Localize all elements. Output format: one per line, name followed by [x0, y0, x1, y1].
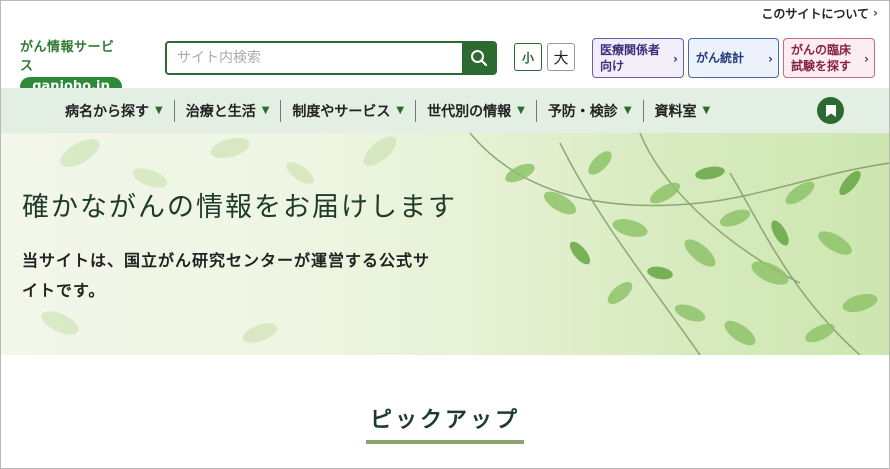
nav-item-generation[interactable]: 世代別の情報 ▼ — [416, 100, 536, 122]
medical-professionals-button[interactable]: 医療関係者 向け › — [592, 38, 684, 78]
bookmark-icon — [825, 104, 836, 117]
hero-description: 当サイトは、国立がん研究センターが運営する公式サイトです。 — [22, 251, 431, 300]
chevron-right-icon: › — [873, 6, 878, 20]
nav-item-label: 制度やサービス — [292, 103, 391, 120]
chevron-down-icon: ▼ — [702, 105, 711, 116]
nav-item-label: 治療と生活 — [185, 103, 256, 120]
nav-item-disease[interactable]: 病名から探す ▼ — [54, 100, 174, 122]
font-size-large-button[interactable]: 大 — [547, 43, 575, 71]
pickup-section: ピックアップ — [0, 402, 890, 444]
search-input[interactable] — [167, 43, 462, 73]
site-header: がん情報サービス ganjoho.jp 小 大 医療関係者 向け › がん統計 … — [0, 26, 890, 97]
chevron-down-icon: ▼ — [155, 105, 163, 116]
search-form — [165, 41, 497, 75]
nav-item-label: 予防・検診 — [547, 103, 618, 120]
chevron-right-icon: › — [864, 52, 869, 66]
cancer-statistics-label: がん統計 — [696, 51, 745, 65]
hero-banner: 確かながんの情報をお届けします 当サイトは、国立がん研究センターが運営する公式サ… — [0, 133, 890, 355]
nav-item-label: 病名から探す — [65, 103, 149, 120]
hero-title: 確かながんの情報をお届けします — [22, 192, 457, 223]
font-size-small-button[interactable]: 小 — [514, 43, 542, 71]
clinical-trials-button[interactable]: がんの臨床 試験を探す › — [783, 38, 875, 78]
cancer-statistics-button[interactable]: がん統計 › — [688, 38, 779, 78]
medical-professionals-label: 医療関係者 向け — [600, 43, 661, 73]
nav-item-label: 資料室 — [654, 103, 697, 120]
clinical-trials-label: がんの臨床 試験を探す — [791, 43, 852, 73]
pickup-heading: ピックアップ — [365, 402, 524, 444]
logo-title: がん情報サービス — [20, 40, 115, 74]
chevron-down-icon: ▼ — [396, 105, 405, 116]
nav-item-services[interactable]: 制度やサービス ▼ — [281, 100, 415, 122]
search-button[interactable] — [462, 43, 495, 73]
bookmark-button[interactable] — [817, 97, 844, 124]
about-site-link[interactable]: このサイトについて › — [761, 5, 878, 22]
chevron-down-icon: ▼ — [517, 105, 525, 116]
chevron-right-icon: › — [673, 52, 678, 66]
chevron-down-icon: ▼ — [623, 105, 632, 116]
global-nav: 病名から探す ▼ 治療と生活 ▼ 制度やサービス ▼ 世代別の情報 ▼ 予防・検… — [0, 88, 890, 133]
about-site-label: このサイトについて — [761, 6, 870, 21]
utility-bar: このサイトについて › — [0, 0, 890, 26]
leaves-background — [41, 133, 890, 355]
chevron-right-icon: › — [768, 52, 773, 66]
nav-item-prevention[interactable]: 予防・検診 ▼ — [537, 100, 643, 122]
nav-item-label: 世代別の情報 — [427, 103, 512, 120]
search-icon — [470, 50, 487, 67]
nav-item-library[interactable]: 資料室 ▼ — [644, 100, 722, 122]
chevron-down-icon: ▼ — [261, 105, 270, 116]
nav-item-treatment[interactable]: 治療と生活 ▼ — [175, 100, 281, 122]
